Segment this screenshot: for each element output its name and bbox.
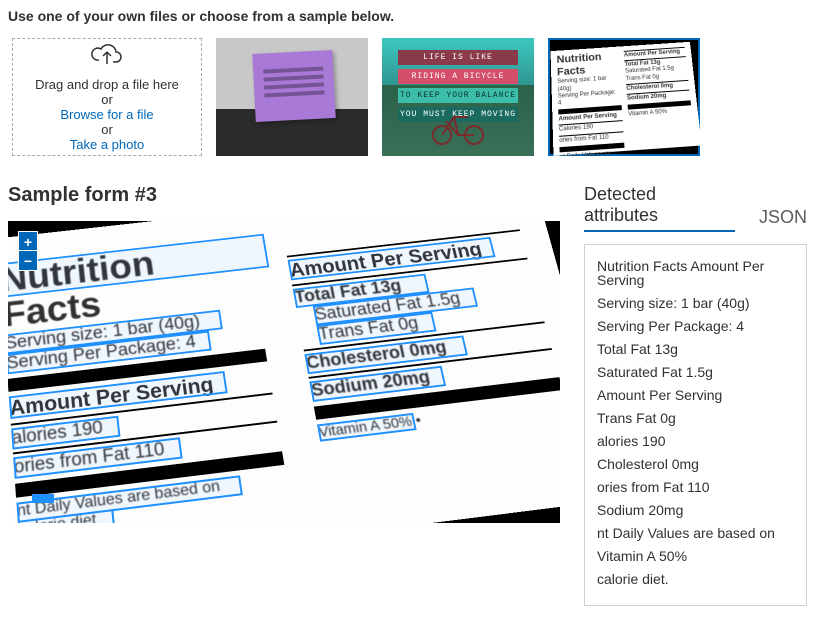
quote-line-1: LIFE IS LIKE	[398, 50, 518, 65]
sample-thumbnail-2[interactable]: LIFE IS LIKE RIDING A BICYCLE TO KEEP YO…	[382, 38, 534, 156]
tab-detected-attributes[interactable]: Detected attributes	[584, 184, 735, 232]
attr-line: Cholesterol 0mg	[597, 457, 794, 471]
attr-line: Serving Per Package: 4	[597, 319, 794, 333]
cloud-upload-icon	[90, 42, 124, 71]
attr-line: Nutrition Facts Amount Per Serving	[597, 259, 794, 287]
image-viewer[interactable]: + − Nutrition Facts Serving size: 1 bar …	[8, 221, 560, 523]
zoom-in-button[interactable]: +	[18, 231, 38, 251]
quote-line-3: TO KEEP YOUR BALANCE	[398, 88, 518, 103]
or-text-2: or	[101, 122, 113, 137]
take-photo-link[interactable]: Take a photo	[70, 137, 144, 152]
sample-form-title: Sample form #3	[8, 184, 560, 207]
sample-thumbnail-1[interactable]	[216, 38, 368, 156]
detected-attributes-panel: Nutrition Facts Amount Per Serving Servi…	[584, 244, 807, 606]
file-dropzone[interactable]: Drag and drop a file here or Browse for …	[12, 38, 202, 156]
result-tabs: Detected attributes JSON	[584, 184, 807, 232]
bicycle-icon	[428, 109, 488, 148]
attr-line: alories 190	[597, 434, 794, 448]
browse-file-link[interactable]: Browse for a file	[60, 107, 153, 122]
attr-line: ories from Fat 110	[597, 480, 794, 494]
or-text-1: or	[101, 92, 113, 107]
attr-line: Trans Fat 0g	[597, 411, 794, 425]
instruction-text: Use one of your own files or choose from…	[8, 8, 807, 24]
tab-json[interactable]: JSON	[759, 207, 807, 232]
sample-row: Drag and drop a file here or Browse for …	[8, 38, 807, 156]
quote-line-2: RIDING A BICYCLE	[398, 69, 518, 84]
attr-line: calorie diet.	[597, 572, 794, 586]
progress-indicator	[32, 494, 54, 503]
attr-line: Amount Per Serving	[597, 388, 794, 402]
attr-line: Vitamin A 50%	[597, 549, 794, 563]
attr-line: Sodium 20mg	[597, 503, 794, 517]
attr-line: Saturated Fat 1.5g	[597, 365, 794, 379]
attr-line: nt Daily Values are based on	[597, 526, 794, 540]
sample-thumbnail-3[interactable]: Nutrition Facts Serving size: 1 bar (40g…	[548, 38, 700, 156]
zoom-out-button[interactable]: −	[18, 251, 38, 271]
attr-line: Serving size: 1 bar (40g)	[597, 296, 794, 310]
drag-drop-label: Drag and drop a file here	[35, 77, 179, 92]
attr-line: Total Fat 13g	[597, 342, 794, 356]
